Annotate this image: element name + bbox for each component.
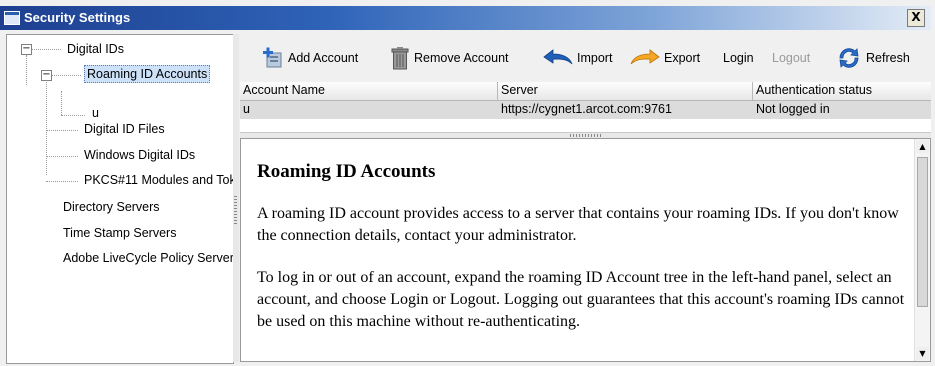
table-header: Account Name Server Authentication statu… xyxy=(240,82,931,101)
tree-item-digital-ids[interactable]: Digital IDs xyxy=(67,42,124,56)
help-paragraph-1: A roaming ID account provides access to … xyxy=(257,205,899,244)
export-arrow-icon xyxy=(630,49,660,65)
tree-connector xyxy=(46,75,47,175)
trash-icon xyxy=(391,47,409,70)
cell-server: https://cygnet1.arcot.com:9761 xyxy=(501,102,672,116)
login-button[interactable]: Login xyxy=(723,46,754,70)
tree-connector xyxy=(46,181,78,182)
table-row[interactable]: u https://cygnet1.arcot.com:9761 Not log… xyxy=(240,101,931,119)
remove-account-button[interactable]: Remove Account xyxy=(390,46,509,70)
accounts-table: Account Name Server Authentication statu… xyxy=(240,82,931,132)
tree-connector xyxy=(61,115,85,116)
window-icon xyxy=(4,11,20,25)
export-button[interactable]: Export xyxy=(630,46,700,70)
help-paragraph-2: To log in or out of an account, expand t… xyxy=(257,269,905,330)
tree-item-pkcs11-modules[interactable]: PKCS#11 Modules and Tokens xyxy=(84,173,233,187)
logout-label: Logout xyxy=(772,51,811,65)
splitter-grip[interactable] xyxy=(570,134,602,137)
tree-expander-digital-ids[interactable]: − xyxy=(21,44,32,55)
import-button[interactable]: Import xyxy=(543,46,612,70)
tree-connector xyxy=(46,156,78,157)
scroll-up-button[interactable]: ▲ xyxy=(916,140,929,153)
help-scrollbar[interactable]: ▲ ▼ xyxy=(914,139,930,361)
security-settings-window: Security Settings X − Digital IDs − Roam… xyxy=(0,0,935,366)
column-header-authentication-status[interactable]: Authentication status xyxy=(753,82,931,100)
title-bar[interactable]: Security Settings X xyxy=(0,6,931,30)
tree-item-windows-digital-ids[interactable]: Windows Digital IDs xyxy=(84,148,195,162)
tree-connector xyxy=(46,130,78,131)
tree-item-roaming-id-accounts[interactable]: Roaming ID Accounts xyxy=(84,65,211,83)
tree-expander-roaming-id-accounts[interactable]: − xyxy=(41,70,52,81)
scroll-down-button[interactable]: ▼ xyxy=(916,347,929,360)
toolbar: Add Account Remove Account Import Export… xyxy=(240,34,931,83)
tree-item-account-u[interactable]: u xyxy=(92,106,99,120)
cell-account-name: u xyxy=(243,102,250,116)
help-content: Roaming ID Accounts A roaming ID account… xyxy=(257,161,912,353)
refresh-button[interactable]: Refresh xyxy=(836,46,910,70)
refresh-label: Refresh xyxy=(866,51,910,65)
import-arrow-icon xyxy=(543,49,573,65)
splitter-grip[interactable] xyxy=(234,194,237,224)
close-button[interactable]: X xyxy=(907,9,925,27)
login-label: Login xyxy=(723,51,754,65)
window-title: Security Settings xyxy=(24,10,131,25)
remove-account-label: Remove Account xyxy=(414,51,509,65)
import-label: Import xyxy=(577,51,613,65)
tree-connector xyxy=(26,55,27,85)
scrollbar-thumb[interactable] xyxy=(917,157,928,307)
tree-connector xyxy=(61,91,62,115)
column-header-server[interactable]: Server xyxy=(498,82,753,100)
cell-authentication-status: Not logged in xyxy=(756,102,830,116)
add-account-label: Add Account xyxy=(288,51,359,65)
navigation-tree: − Digital IDs − Roaming ID Accounts u Di… xyxy=(6,34,234,364)
tree-item-time-stamp-servers[interactable]: Time Stamp Servers xyxy=(63,226,176,240)
tree-item-directory-servers[interactable]: Directory Servers xyxy=(63,200,160,214)
column-header-account-name[interactable]: Account Name xyxy=(240,82,498,100)
tree-item-digital-id-files[interactable]: Digital ID Files xyxy=(84,122,165,136)
add-account-button[interactable]: Add Account xyxy=(262,46,358,70)
help-pane: Roaming ID Accounts A roaming ID account… xyxy=(240,138,931,362)
tree-item-adobe-livecycle-policy-server[interactable]: Adobe LiveCycle Policy Server xyxy=(63,251,233,265)
add-account-icon xyxy=(263,47,282,68)
help-heading: Roaming ID Accounts xyxy=(257,161,436,182)
vertical-splitter[interactable] xyxy=(233,34,239,362)
export-label: Export xyxy=(664,51,701,65)
logout-button[interactable]: Logout xyxy=(772,46,810,70)
refresh-icon xyxy=(839,48,859,68)
